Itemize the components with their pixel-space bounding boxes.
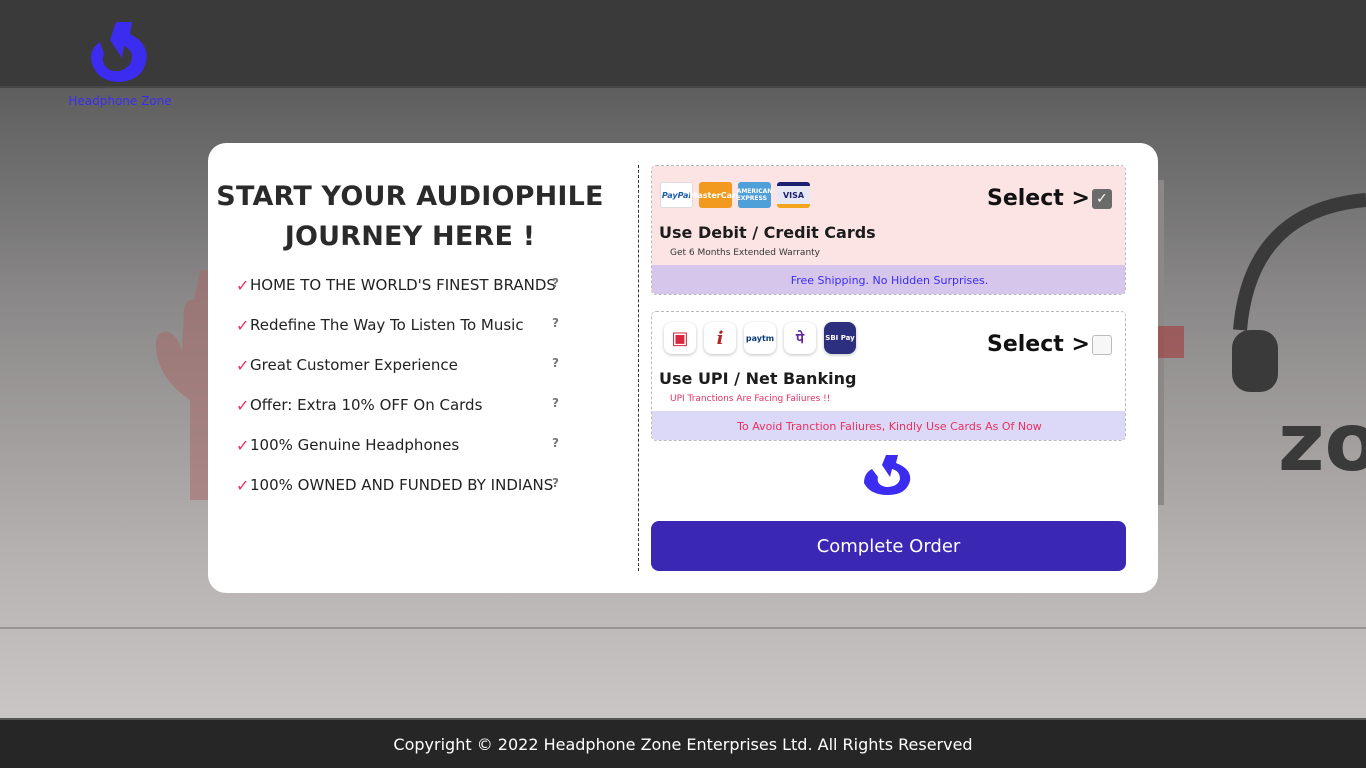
feature-item: ✓ Redefine The Way To Listen To Music ?: [236, 305, 566, 345]
upi-app-icons: ▣ i paytm पे SBI Pay: [664, 322, 856, 354]
amex-icon: AMERICAN EXPRESS: [737, 182, 772, 208]
feature-item: ✓ 100% OWNED AND FUNDED BY INDIANS ?: [236, 465, 566, 505]
payment-option-footer: Free Shipping. No Hidden Surprises.: [652, 265, 1125, 294]
complete-order-button[interactable]: Complete Order: [651, 521, 1126, 571]
hdfc-bank-icon: ▣: [664, 322, 696, 354]
cards-checkbox[interactable]: ✓: [1091, 188, 1112, 209]
sbi-pay-icon: SBI Pay: [824, 322, 856, 354]
help-icon[interactable]: ?: [552, 436, 559, 450]
feature-text: HOME TO THE WORLD'S FINEST BRANDS: [250, 276, 556, 294]
upi-checkbox[interactable]: [1091, 334, 1112, 355]
help-icon[interactable]: ?: [552, 476, 559, 490]
copyright-text: Copyright © 2022 Headphone Zone Enterpri…: [393, 734, 973, 754]
payment-option-body: ▣ i paytm पे SBI Pay Use UPI / Net Banki…: [652, 312, 1125, 411]
features-list: ✓ HOME TO THE WORLD'S FINEST BRANDS ? ✓ …: [236, 265, 566, 505]
feature-text: 100% OWNED AND FUNDED BY INDIANS: [250, 476, 554, 494]
check-mark-icon: ✓: [236, 435, 250, 455]
select-upi-control[interactable]: Select >: [987, 332, 1112, 357]
icici-bank-icon: i: [704, 322, 736, 354]
payment-option-body: PayPal MasterCard AMERICAN EXPRESS VISA …: [652, 166, 1125, 265]
visa-icon: VISA: [777, 182, 810, 208]
check-mark-icon: ✓: [236, 315, 250, 335]
checkout-modal: START YOUR AUDIOPHILE JOURNEY HERE ! ✓ H…: [208, 143, 1158, 593]
check-mark-icon: ✓: [236, 475, 250, 495]
select-label: Select >: [987, 186, 1090, 211]
select-label: Select >: [987, 332, 1090, 357]
payment-option-title: Use Debit / Credit Cards: [659, 223, 876, 242]
benefits-panel: START YOUR AUDIOPHILE JOURNEY HERE ! ✓ H…: [208, 143, 638, 593]
feature-item: ✓ Great Customer Experience ?: [236, 345, 566, 385]
mastercard-icon: MasterCard: [689, 182, 742, 208]
headphone-zone-logo-icon: [91, 22, 147, 82]
paytm-icon: paytm: [744, 322, 776, 354]
payment-option-footer: To Avoid Tranction Faliures, Kindly Use …: [652, 411, 1125, 440]
help-icon[interactable]: ?: [552, 356, 559, 370]
help-icon[interactable]: ?: [552, 316, 559, 330]
check-mark-icon: ✓: [236, 395, 250, 415]
feature-item: ✓ 100% Genuine Headphones ?: [236, 425, 566, 465]
header-divider: [0, 86, 1366, 88]
feature-text: Redefine The Way To Listen To Music: [250, 316, 524, 334]
background-hand-illustration: [155, 270, 208, 500]
content-divider: [0, 627, 1366, 629]
paypal-icon: PayPal: [660, 182, 693, 208]
feature-text: 100% Genuine Headphones: [250, 436, 460, 454]
payment-option-cards[interactable]: PayPal MasterCard AMERICAN EXPRESS VISA …: [651, 165, 1126, 295]
help-icon[interactable]: ?: [552, 276, 559, 290]
payment-option-subtitle: Get 6 Months Extended Warranty: [670, 248, 821, 258]
brand-logo[interactable]: Headphone Zone: [58, 18, 182, 110]
check-mark-icon: ✓: [236, 275, 250, 295]
feature-item: ✓ HOME TO THE WORLD'S FINEST BRANDS ?: [236, 265, 566, 305]
column-divider: [638, 165, 639, 571]
help-icon[interactable]: ?: [552, 396, 559, 410]
modal-headline: START YOUR AUDIOPHILE JOURNEY HERE !: [216, 181, 604, 252]
headphone-zone-logo-icon: [864, 455, 911, 495]
payment-option-title: Use UPI / Net Banking: [659, 369, 857, 388]
payment-option-upi[interactable]: ▣ i paytm पे SBI Pay Use UPI / Net Banki…: [651, 311, 1126, 441]
feature-text: Great Customer Experience: [250, 356, 458, 374]
svg-text:zo: zo: [1278, 396, 1366, 489]
background-headphone-art: zo: [1150, 180, 1366, 505]
page-footer: Copyright © 2022 Headphone Zone Enterpri…: [0, 718, 1366, 768]
feature-item: ✓ Offer: Extra 10% OFF On Cards ?: [236, 385, 566, 425]
check-mark-icon: ✓: [236, 355, 250, 375]
phonepe-icon: पे: [784, 322, 816, 354]
select-cards-control[interactable]: Select > ✓: [987, 186, 1112, 211]
brand-name: Headphone Zone: [68, 94, 172, 108]
card-brand-icons: PayPal MasterCard AMERICAN EXPRESS VISA: [660, 182, 810, 208]
feature-text: Offer: Extra 10% OFF On Cards: [250, 396, 483, 414]
payment-option-subtitle: UPI Tranctions Are Facing Faliures !!: [670, 394, 831, 404]
